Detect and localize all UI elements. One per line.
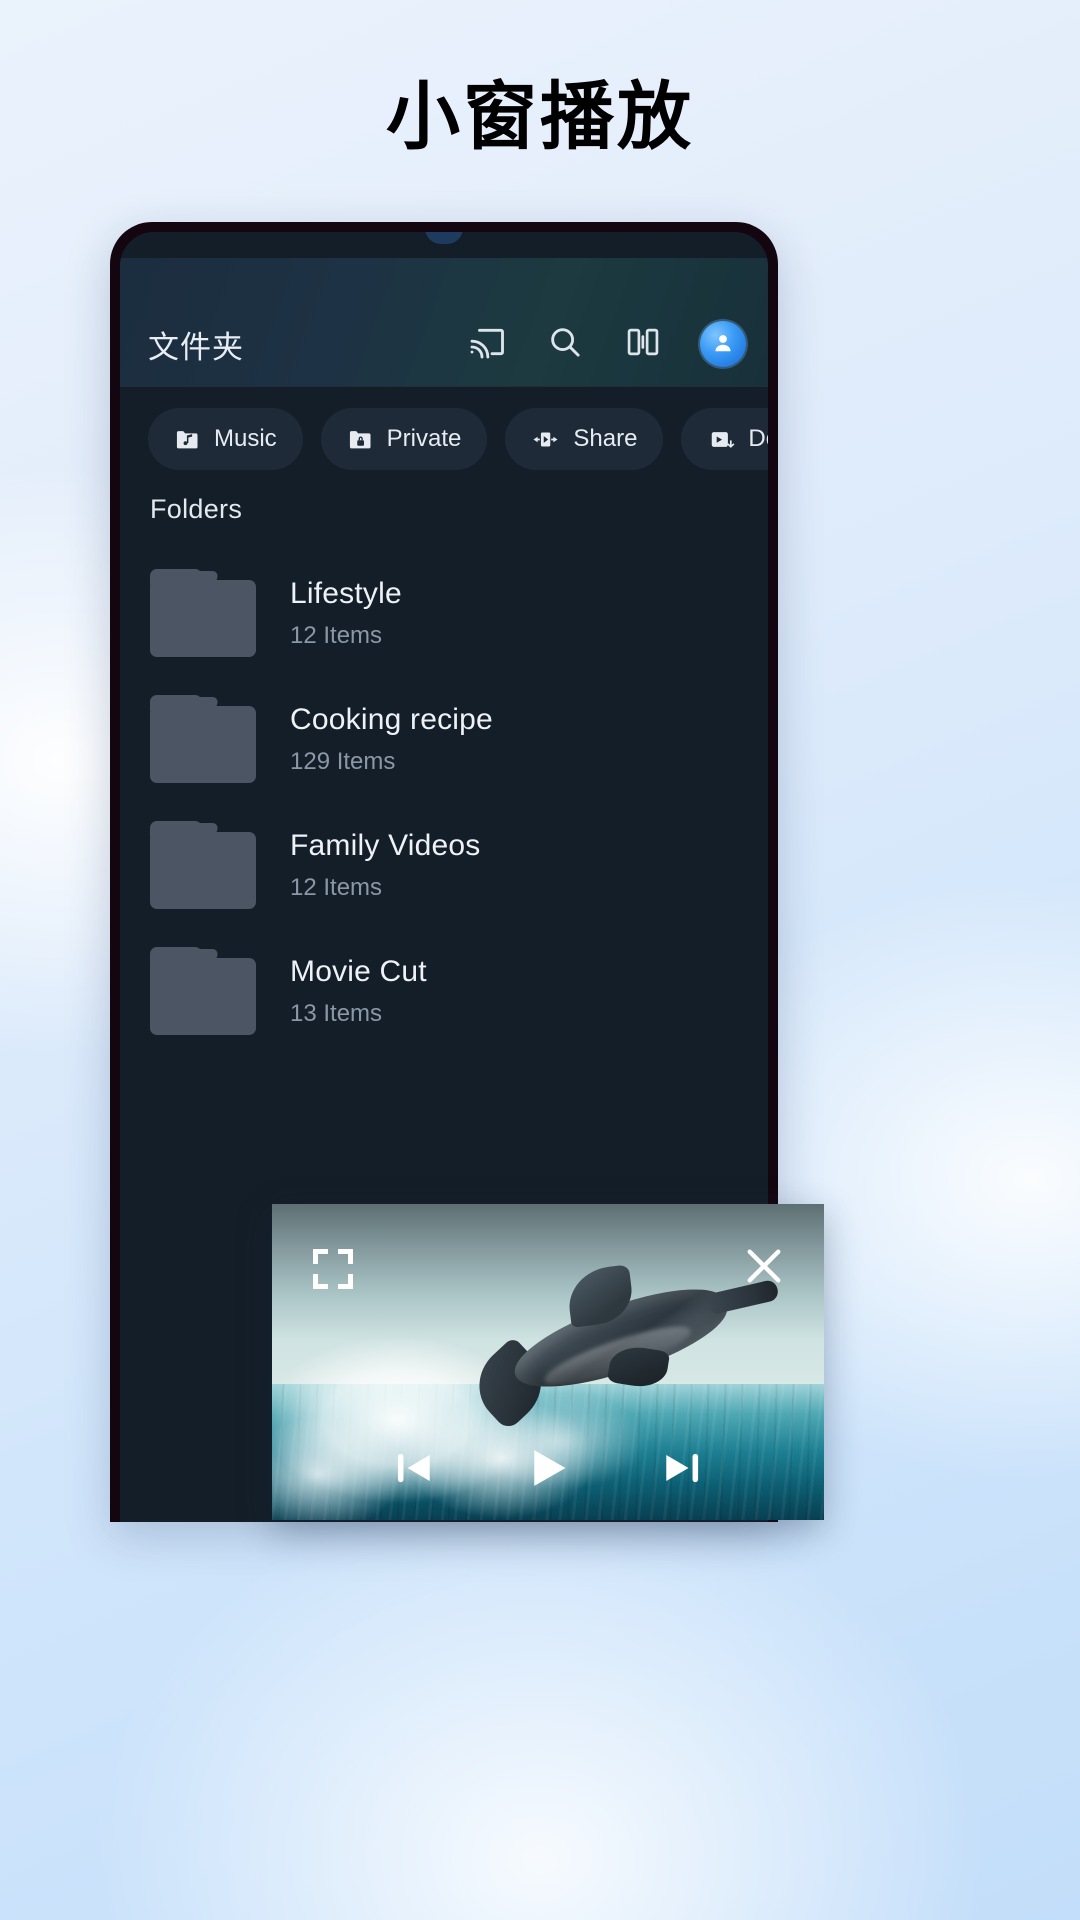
filter-chips: Music Private Share D [120, 408, 768, 470]
lock-folder-icon [347, 426, 374, 453]
list-item-meta: Lifestyle 12 Items [290, 577, 402, 650]
fullscreen-icon [308, 1249, 358, 1298]
folder-icon [150, 947, 256, 1035]
folder-icon [150, 569, 256, 657]
next-button[interactable] [659, 1445, 705, 1496]
folder-count: 13 Items [290, 999, 383, 1027]
previous-icon [391, 1445, 437, 1496]
folder-count: 129 Items [290, 747, 396, 775]
folder-name: Family Videos [290, 828, 481, 862]
chip-label: Private [386, 425, 462, 452]
camera-notch-icon [425, 232, 463, 244]
equalizer-button[interactable] [622, 323, 664, 365]
chip-share[interactable]: Share [505, 408, 664, 470]
page-title: 小窗播放 [386, 75, 694, 158]
section-label-folders: Folders [150, 494, 243, 524]
avatar[interactable] [700, 321, 746, 367]
folder-list: Lifestyle 12 Items Cooking recipe 129 It… [120, 550, 768, 1054]
search-button[interactable] [544, 323, 586, 365]
app-bar-actions [466, 321, 746, 367]
search-icon [546, 323, 584, 366]
folder-name: Lifestyle [290, 576, 402, 610]
list-item-meta: Movie Cut 13 Items [290, 955, 427, 1028]
chip-private[interactable]: Private [320, 408, 488, 470]
play-icon [523, 1443, 573, 1498]
list-item-meta: Cooking recipe 129 Items [290, 703, 493, 776]
folder-icon [150, 695, 256, 783]
previous-button[interactable] [391, 1445, 437, 1496]
folder-name: Cooking recipe [290, 702, 493, 736]
folder-icon [150, 821, 256, 909]
chip-label: Music [214, 425, 277, 452]
list-item[interactable]: Movie Cut 13 Items [120, 928, 768, 1054]
playback-controls [272, 1443, 824, 1498]
folder-count: 12 Items [290, 873, 383, 901]
cast-icon [467, 322, 507, 367]
play-button[interactable] [523, 1443, 573, 1498]
app-bar: 文件夹 [120, 302, 768, 386]
download-play-icon [707, 426, 735, 453]
app-bar-title: 文件夹 [148, 329, 244, 365]
status-bar [120, 232, 768, 258]
close-icon [738, 1249, 790, 1296]
chip-downloaded[interactable]: Downloaded [681, 408, 768, 470]
list-item-meta: Family Videos 12 Items [290, 829, 480, 902]
chip-label: Downloaded [748, 425, 768, 452]
close-button[interactable] [738, 1240, 790, 1297]
equalizer-icon [624, 323, 662, 366]
avatar-icon [710, 329, 736, 360]
fullscreen-button[interactable] [308, 1244, 358, 1299]
cast-button[interactable] [466, 323, 508, 365]
next-icon [659, 1445, 705, 1496]
chip-music[interactable]: Music [148, 408, 303, 470]
folder-name: Movie Cut [290, 954, 427, 988]
list-item[interactable]: Cooking recipe 129 Items [120, 676, 768, 802]
pip-video-window[interactable] [272, 1204, 824, 1520]
list-item[interactable]: Family Videos 12 Items [120, 802, 768, 928]
list-item[interactable]: Lifestyle 12 Items [120, 550, 768, 676]
music-folder-icon [174, 426, 201, 453]
chip-label: Share [573, 425, 638, 452]
share-play-icon [531, 426, 560, 453]
folder-count: 12 Items [290, 621, 383, 649]
app-bar-divider [120, 386, 768, 387]
